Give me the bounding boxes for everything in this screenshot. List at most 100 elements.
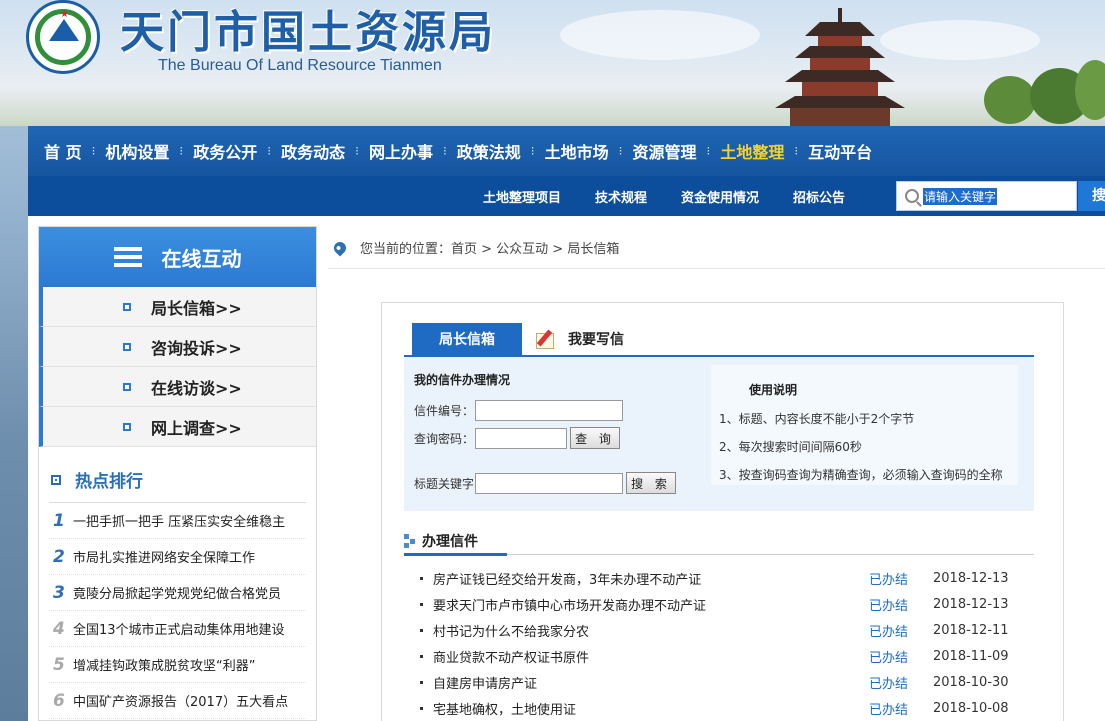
bullet-dot-icon	[420, 654, 423, 658]
hot-ranking-list: 1 一把手抓一把手 压紧压实安全维稳主 2 市局扎实推进网络安全保障工作 3 竟陵分局…	[39, 503, 316, 719]
hot-item-text: 市局扎实推进网络安全保障工作	[73, 551, 256, 566]
logo-mountain-icon	[49, 19, 79, 41]
content-area: 在线互动 局长信箱>> 咨询投诉>> 在线访谈>> 网上调查>> 热点排行 1一…	[28, 216, 1105, 721]
nav-item-land-market[interactable]: 土地市场	[535, 139, 619, 163]
rank-number: 3	[53, 582, 65, 603]
list-item[interactable]: 6 中国矿产资源报告（2017）五大看点	[49, 683, 306, 719]
site-title-en: The Bureau Of Land Resource Tianmen	[158, 57, 442, 74]
letter-date: 2018-12-13	[933, 596, 1009, 612]
sidebar: 在线互动 局长信箱>> 咨询投诉>> 在线访谈>> 网上调查>> 热点排行 1一…	[38, 226, 317, 721]
password-input[interactable]	[475, 427, 568, 449]
list-item[interactable]: 5 增减挂钩政策成脱贫攻坚“利器”	[49, 647, 306, 683]
sidebar-item-label: 在线访谈>>	[151, 378, 242, 398]
letter-status: 已办结	[869, 702, 909, 718]
letter-title[interactable]: 自建房申请房产证	[433, 673, 869, 692]
table-row: 要求天门市卢市镇中心市场开发商办理不动产证 已办结 2018-12-13	[420, 591, 1020, 617]
divider-accent	[404, 553, 507, 556]
table-row: 村书记为什么不给我家分农 已办结 2018-12-11	[420, 617, 1020, 643]
letter-status: 已办结	[869, 572, 909, 588]
letter-status: 已办结	[869, 598, 909, 614]
table-row: 自建房申请房产证 已办结 2018-10-30	[420, 669, 1020, 695]
table-row: 房产证钱已经交给开发商，3年未办理不动产证 已办结 2018-12-13	[420, 565, 1020, 591]
letter-no-row: 信件编号：	[414, 400, 624, 421]
letter-title[interactable]: 村书记为什么不给我家分农	[433, 621, 869, 640]
letter-date: 2018-12-13	[933, 570, 1009, 586]
list-item[interactable]: 3 竟陵分局掀起学党规党纪做合格党员	[49, 575, 306, 611]
bullet-dot-icon	[420, 602, 423, 606]
list-item[interactable]: 1 一把手抓一把手 压紧压实安全维稳主	[49, 503, 306, 539]
hot-item-text: 中国矿产资源报告（2017）五大看点	[73, 695, 289, 710]
hot-item-text: 增减挂钩政策成脱贫攻坚“利器”	[73, 659, 256, 674]
query-button[interactable]: 查 询	[570, 427, 621, 449]
subnav-item-fund-usage[interactable]: 资金使用情况	[681, 187, 759, 206]
nav-item-online-service[interactable]: 网上办事	[359, 139, 443, 163]
letter-title[interactable]: 房产证钱已经交给开发商，3年未办理不动产证	[433, 569, 869, 588]
query-box: 我的信件办理情况 信件编号： 查询密码： 查 询 标题关键字 搜 索 使用说明	[404, 355, 1034, 511]
nav-item-gov-open[interactable]: 政务公开	[183, 139, 267, 163]
pen-letter-icon	[536, 329, 558, 349]
nav-item-gov-news[interactable]: 政务动态	[271, 139, 355, 163]
mailbox-panel: 局长信箱 我要写信 我的信件办理情况 信件编号： 查询密码： 查 询 标题关键字…	[381, 302, 1064, 721]
subnav-item-land-projects[interactable]: 土地整理项目	[483, 187, 561, 206]
bullet-dot-icon	[420, 706, 423, 710]
letter-no-label: 信件编号：	[414, 404, 475, 418]
rank-number: 6	[53, 690, 65, 711]
letter-status: 已办结	[869, 624, 909, 640]
letter-title[interactable]: 要求天门市卢市镇中心市场开发商办理不动产证	[433, 595, 869, 614]
trees-illustration	[984, 60, 1105, 124]
help-line: 1、标题、内容长度不能小于2个字节	[719, 412, 915, 426]
keyword-label: 标题关键字	[414, 476, 475, 491]
pagoda-illustration	[775, 8, 905, 126]
menu-icon	[113, 247, 142, 267]
list-item[interactable]: 4 全国13个城市正式启动集体用地建设	[49, 611, 306, 647]
list-item[interactable]: 2 市局扎实推进网络安全保障工作	[49, 539, 306, 575]
square-bullet-icon	[123, 342, 131, 351]
usage-help: 使用说明 1、标题、内容长度不能小于2个字节 2、每次搜索时间间隔60秒 3、按…	[711, 365, 1018, 485]
help-title: 使用说明	[749, 383, 798, 397]
logo-star-icon: ★	[60, 9, 69, 20]
sidebar-item-complaint[interactable]: 咨询投诉>>	[39, 327, 316, 367]
square-bullet-icon	[123, 302, 131, 311]
letter-title[interactable]: 宅基地确权，土地使用证	[433, 699, 869, 718]
letters-title-label: 办理信件	[422, 534, 478, 550]
bullet-dot-icon	[420, 628, 423, 632]
query-form: 我的信件办理情况 信件编号： 查询密码： 查 询 标题关键字 搜 索	[412, 365, 702, 505]
section-icon	[404, 534, 416, 548]
search-box: 请输入关键字	[896, 181, 1077, 211]
letters-list: 房产证钱已经交给开发商，3年未办理不动产证 已办结 2018-12-13 要求天门市卢…	[420, 565, 1020, 721]
tab-write-letter[interactable]: 我要写信	[536, 323, 624, 355]
header-banner: ★ 天门市国土资源局 The Bureau Of Land Resource T…	[0, 0, 1105, 126]
nav-item-land-consolidation[interactable]: 土地整理	[710, 139, 794, 163]
help-line: 2、每次搜索时间间隔60秒	[719, 440, 862, 454]
search-button[interactable]: 搜	[1078, 181, 1105, 211]
nav-item-policy[interactable]: 政策法规	[447, 139, 531, 163]
sidebar-item-interview[interactable]: 在线访谈>>	[39, 367, 316, 407]
sidebar-header: 在线互动	[39, 227, 316, 287]
subnav-item-bid-notice[interactable]: 招标公告	[793, 187, 845, 206]
square-bullet-icon	[123, 382, 131, 391]
letter-no-input[interactable]	[475, 400, 624, 421]
keyword-input[interactable]	[475, 472, 624, 494]
nav-item-resource-mgmt[interactable]: 资源管理	[622, 139, 706, 163]
letter-title[interactable]: 商业贷款不动产权证书原件	[433, 647, 869, 666]
search-placeholder: 请输入关键字	[923, 188, 998, 205]
hot-ranking-label: 热点排行	[75, 472, 143, 492]
rank-number: 1	[53, 510, 65, 531]
subnav-item-tech-rules[interactable]: 技术规程	[595, 187, 647, 206]
letter-status: 已办结	[869, 676, 909, 692]
tab-director-mailbox[interactable]: 局长信箱	[412, 323, 522, 355]
sidebar-item-mailbox[interactable]: 局长信箱>>	[39, 287, 316, 327]
nav-item-home[interactable]: 首 页	[28, 139, 92, 163]
hot-item-text: 全国13个城市正式启动集体用地建设	[73, 623, 285, 638]
hot-item-text: 竟陵分局掀起学党规党纪做合格党员	[73, 587, 282, 602]
sidebar-item-survey[interactable]: 网上调查>>	[39, 407, 316, 447]
main-nav: 首 页 ⁝ 机构设置 ⁝ 政务公开 ⁝ 政务动态 ⁝ 网上办事 ⁝ 政策法规 ⁝ 土地市场 ⁝ 资源管理 ⁝ 土…	[28, 126, 1105, 176]
hot-item-text: 一把手抓一把手 压紧压实安全维稳主	[73, 515, 286, 530]
form-heading: 我的信件办理情况	[414, 373, 511, 387]
rank-number: 4	[53, 618, 65, 639]
search-letter-button[interactable]: 搜 索	[626, 472, 677, 494]
breadcrumb-text[interactable]: 您当前的位置：首页 > 公众互动 > 局长信箱	[360, 238, 619, 257]
nav-item-interaction[interactable]: 互动平台	[798, 139, 882, 163]
breadcrumb: 您当前的位置：首页 > 公众互动 > 局长信箱	[331, 238, 619, 257]
nav-item-org[interactable]: 机构设置	[95, 139, 179, 163]
